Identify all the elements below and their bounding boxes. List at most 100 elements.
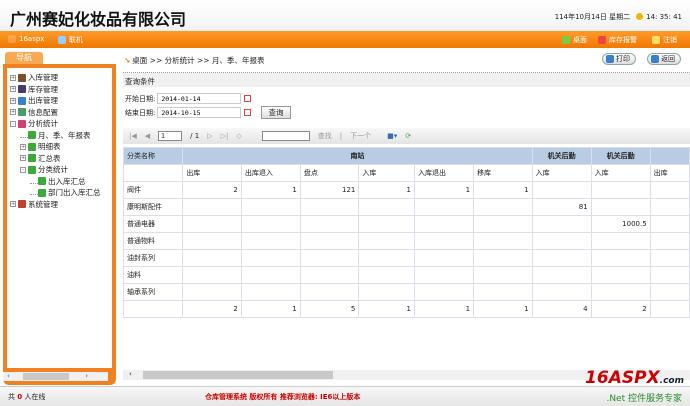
expand-icon[interactable]: + (20, 143, 26, 150)
calendar-icon[interactable] (244, 95, 252, 102)
table-cell: 1 (414, 181, 475, 199)
table-cell (531, 181, 592, 199)
desktop-label: 桌面 (573, 36, 587, 44)
table-cell: 2 (182, 181, 242, 199)
table-cell: 轴承系列 (122, 283, 184, 301)
nav-item[interactable]: + 明细表 (7, 141, 112, 153)
end-date-input[interactable] (157, 107, 242, 118)
calendar-icon[interactable] (244, 109, 252, 116)
nav-item[interactable]: 月、季、年报表 (7, 130, 112, 142)
find-next-link[interactable]: 下一个 (350, 131, 371, 141)
nav-item[interactable]: 部门出入库汇总 (7, 187, 112, 199)
sub-header-cell: 移库 (473, 164, 533, 182)
slogan: .Net 控件服务专家 (606, 394, 682, 404)
main-content: ↘ 桌面 >> 分析统计 >> 月、季、年报表 打印 返回 查询条件 开始日期: … (120, 50, 690, 386)
table-cell (358, 249, 416, 267)
logout-link[interactable]: 注销 (652, 35, 677, 45)
expand-icon[interactable]: - (20, 166, 26, 173)
nav-item[interactable]: + 信息配置 (7, 107, 112, 119)
first-page-icon[interactable]: |◀ (129, 132, 137, 140)
nav-tab[interactable]: 导航 (5, 52, 43, 64)
start-date-label: 开始日期: (125, 94, 156, 103)
stock-alarm-link[interactable]: 库存报警 (598, 35, 637, 45)
sub-header-cell: 出库 (649, 164, 690, 182)
nav-item-label: 入库管理 (28, 73, 58, 83)
sub-header-cell: 出库退入 (240, 164, 301, 182)
nav-item[interactable]: 出入库汇总 (7, 176, 112, 188)
sub-header-cell: 盘点 (299, 164, 360, 182)
page-input[interactable] (158, 131, 183, 141)
expand-icon[interactable]: + (10, 97, 16, 104)
table-cell: 油料 (122, 266, 184, 284)
query-button[interactable]: 查询 (261, 106, 291, 119)
table-cell (299, 283, 360, 301)
expand-icon[interactable]: + (10, 86, 16, 93)
expand-icon[interactable]: + (10, 201, 16, 208)
nav-item[interactable]: + 系统管理 (7, 199, 112, 211)
nav-tree: + 入库管理 + 库存管理 + 出库管理 + 信息配置 - 分析统计 月、季、年报表 + 明细表 + 汇总表… (7, 68, 112, 368)
expand-icon[interactable]: + (20, 155, 26, 162)
group-header-cell: 南站 (182, 147, 533, 165)
sub-header-cell: 入库 (590, 164, 651, 182)
company-title: 广州赛妃化妆品有限公司 (10, 10, 187, 29)
table-row: 阀件 2 1 121 1 1 1 (122, 181, 690, 199)
copyright: 仓库管理系统 版权所有 推荐浏览器: IE6以上版本 (205, 393, 361, 401)
table-cell (299, 215, 360, 233)
next-page-icon[interactable]: ▷ (207, 132, 212, 140)
refresh-icon[interactable]: ⟳ (405, 132, 411, 140)
expand-icon[interactable]: + (10, 109, 16, 116)
table-cell (358, 215, 416, 233)
sub-header-cell: 入库 (531, 164, 592, 182)
table-row: 康明斯配件 81 (122, 198, 690, 216)
table-group-header: 分类名称 南站 机关后勤 机关后勤 (122, 147, 690, 165)
prev-page-icon[interactable]: ◀ (145, 132, 150, 140)
query-panel: 查询条件 开始日期: 结束日期: 查询 (123, 72, 690, 124)
desktop-link[interactable]: 桌面 (562, 35, 587, 45)
table-cell (649, 249, 690, 267)
nav-scrollbar[interactable]: ‹ › (3, 372, 108, 381)
alarm-icon (598, 36, 606, 44)
query-title: 查询条件 (123, 73, 690, 87)
nav-item[interactable]: - 分析统计 (7, 118, 112, 130)
table-cell (649, 215, 690, 233)
logout-label: 注销 (663, 36, 677, 44)
expand-icon[interactable]: + (10, 74, 16, 81)
table-cell (299, 249, 360, 267)
last-page-icon[interactable]: ▷| (221, 132, 229, 140)
user-info: 16aspx (8, 35, 44, 43)
table-cell (240, 232, 301, 250)
nav-item[interactable]: - 分类统计 (7, 164, 112, 176)
end-date-label: 结束日期: (125, 108, 156, 117)
find-link[interactable]: 查找 (318, 131, 332, 141)
nav-item[interactable]: + 汇总表 (7, 153, 112, 165)
back-button[interactable]: 返回 (647, 53, 681, 65)
start-date-input[interactable] (157, 93, 242, 104)
export-icon[interactable]: ■▾ (387, 132, 397, 140)
sub-header-cell: 入库退出 (414, 164, 475, 182)
nav-item-icon (38, 188, 46, 197)
find-input[interactable] (261, 131, 310, 141)
table-cell (473, 266, 533, 284)
table-cell: 1 (358, 181, 416, 199)
nav-item-label: 出库管理 (28, 96, 58, 106)
nav-item[interactable]: + 入库管理 (7, 72, 112, 84)
back-icon (651, 55, 659, 63)
desktop-icon (562, 36, 570, 44)
nav-item-label: 库存管理 (28, 84, 58, 94)
table-cell (182, 198, 242, 216)
group-header-cell: 分类名称 (122, 147, 184, 165)
nav-item[interactable]: + 出库管理 (7, 95, 112, 107)
expand-icon[interactable]: - (10, 120, 16, 127)
table-cell (590, 232, 651, 250)
print-button[interactable]: 打印 (602, 53, 636, 65)
nav-item-icon (28, 142, 36, 151)
table-cell (358, 266, 416, 284)
back-nav-icon[interactable]: ◇ (236, 132, 241, 140)
clock-icon (636, 13, 644, 20)
top-bar: 16aspx 联机 桌面 库存报警 注销 (0, 31, 690, 48)
nav-item-label: 月、季、年报表 (38, 130, 91, 140)
nav-item[interactable]: + 库存管理 (7, 84, 112, 96)
nav-item-icon (28, 131, 36, 140)
table-cell (590, 198, 651, 216)
breadcrumb-text: 桌面 >> 分析统计 >> 月、季、年报表 (132, 56, 265, 65)
